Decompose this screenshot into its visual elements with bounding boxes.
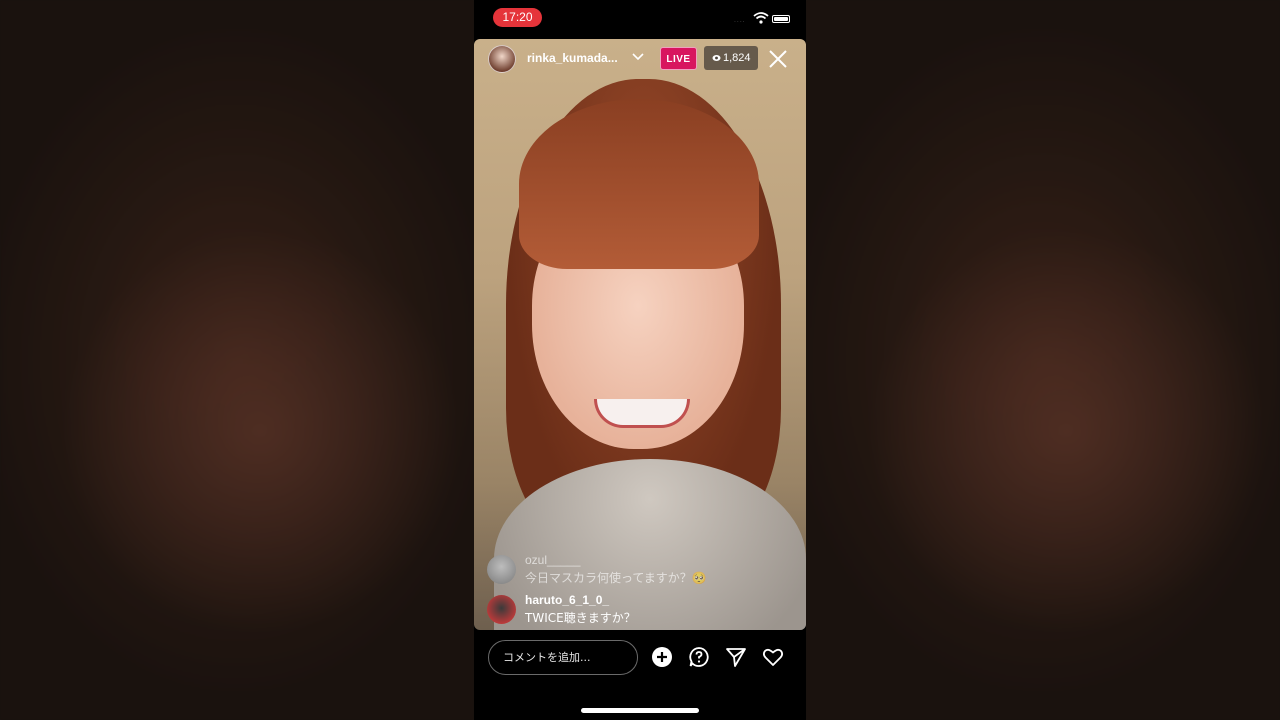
comment-text: TWICE聴きますか？ [525, 611, 636, 625]
signal-icon: .... [734, 17, 746, 24]
commenter-avatar[interactable] [487, 555, 516, 584]
live-header: rinka_kumada... LIVE 1,824 [474, 39, 806, 79]
host-username[interactable]: rinka_kumada... [527, 51, 618, 65]
comment-item: haruto_6_1_0_ TWICE聴きますか？ [487, 593, 797, 627]
comment-text: 今日マスカラ何使ってますか？🥺 [525, 571, 707, 585]
live-video[interactable] [474, 39, 806, 630]
wifi-icon [753, 12, 769, 24]
phone-screen: 17:20 .... rinka_kumada... LIVE 1,824 oz… [474, 0, 806, 720]
comment-input[interactable] [488, 640, 638, 675]
viewer-count: 1,824 [723, 52, 751, 64]
live-badge: LIVE [660, 47, 697, 70]
comment-username[interactable]: haruto_6_1_0_ [525, 593, 609, 607]
status-bar: 17:20 .... [474, 0, 806, 36]
chevron-down-icon[interactable] [632, 52, 644, 62]
comment-item: ozul_____ 今日マスカラ何使ってますか？🥺 [487, 553, 797, 587]
commenter-avatar[interactable] [487, 595, 516, 624]
blurred-background-left [0, 0, 474, 720]
send-icon[interactable] [725, 646, 747, 668]
comment-username[interactable]: ozul_____ [525, 553, 580, 567]
composer-bar [474, 638, 806, 678]
close-icon[interactable] [768, 49, 788, 69]
question-icon[interactable] [688, 646, 710, 668]
status-time: 17:20 [493, 8, 542, 27]
viewer-count-badge[interactable]: 1,824 [704, 46, 758, 70]
heart-icon[interactable] [762, 646, 784, 668]
home-indicator[interactable] [581, 708, 699, 713]
video-subject-bangs [519, 99, 759, 269]
video-subject-smile [594, 399, 690, 428]
host-avatar[interactable] [488, 45, 516, 73]
battery-icon [772, 15, 790, 23]
add-icon[interactable] [651, 646, 673, 668]
blurred-background-right [806, 0, 1280, 720]
eye-icon [712, 55, 721, 61]
